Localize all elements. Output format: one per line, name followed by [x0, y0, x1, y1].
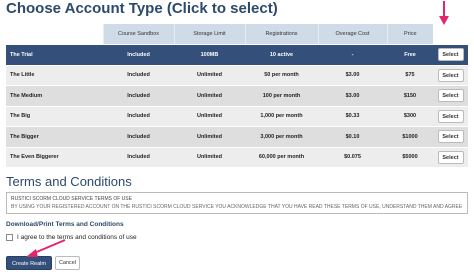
plan-overage: $0.10 [318, 126, 387, 148]
plan-name: The Medium [6, 85, 103, 107]
header-price: Price [386, 24, 433, 45]
page-title: Choose Account Type (Click to select) [6, 0, 278, 17]
create-realm-button[interactable]: Create Realm [6, 256, 52, 270]
table-row-the-trial[interactable]: The Trial Included 100MB 10 active - Fre… [6, 44, 468, 66]
plan-select-cell: Select [433, 65, 468, 86]
agree-row: I agree to the terms and conditions of u… [6, 234, 137, 241]
plan-storage: Unlimited [174, 85, 245, 107]
select-button-the-trial[interactable]: Select [437, 48, 464, 62]
download-terms-link[interactable]: Download/Print Terms and Conditions [6, 221, 124, 228]
plan-sandbox: Included [103, 147, 174, 168]
terms-text-line2: BY USING YOUR REGISTERED ACCOUNT ON THE … [11, 204, 463, 210]
terms-textarea[interactable]: RUSTICI SCORM CLOUD SERVICE TERMS OF USE… [6, 192, 468, 214]
plan-select-cell: Select [433, 147, 468, 168]
agree-label: I agree to the terms and conditions of u… [17, 234, 137, 241]
plan-name: The Bigger [6, 126, 103, 148]
cancel-button[interactable]: Cancel [55, 256, 80, 270]
plan-registrations: 3,000 per month [245, 126, 318, 148]
table-row-the-big[interactable]: The Big Included Unlimited 1,000 per mon… [6, 106, 468, 127]
plan-registrations: 60,000 per month [245, 147, 318, 168]
table-row-the-bigger[interactable]: The Bigger Included Unlimited 3,000 per … [6, 126, 468, 148]
plan-overage: $3.00 [318, 65, 387, 86]
plan-overage: $0.33 [318, 106, 387, 127]
plan-sandbox: Included [103, 65, 174, 86]
plan-sandbox: Included [103, 44, 174, 66]
plan-price: $75 [387, 65, 433, 86]
plan-storage: Unlimited [174, 65, 245, 86]
plan-select-cell: Select [433, 44, 468, 66]
plan-select-cell: Select [433, 85, 468, 107]
select-button-the-even-biggerer[interactable]: Select [437, 150, 464, 164]
plan-storage: Unlimited [174, 147, 245, 168]
plan-sandbox: Included [103, 85, 174, 107]
header-course-sandbox: Course Sandbox [102, 24, 174, 45]
header-storage-limit: Storage Limit [173, 24, 245, 45]
table-row-the-little[interactable]: The Little Included Unlimited 50 per mon… [6, 65, 468, 86]
table-row-the-even-biggerer[interactable]: The Even Biggerer Included Unlimited 60,… [6, 147, 468, 168]
plan-overage: - [318, 44, 387, 66]
plan-storage: Unlimited [174, 106, 245, 127]
select-arrow-icon [439, 1, 449, 25]
plan-price: $5000 [387, 147, 433, 168]
table-row-the-medium[interactable]: The Medium Included Unlimited 100 per mo… [6, 85, 468, 107]
agree-checkbox[interactable] [6, 234, 13, 241]
select-button-the-big[interactable]: Select [437, 109, 464, 123]
plan-overage: $3.00 [318, 85, 387, 107]
header-registrations: Registrations [244, 24, 318, 45]
select-button-the-bigger[interactable]: Select [437, 130, 464, 144]
header-blank [6, 24, 103, 45]
plan-name: The Big [6, 106, 103, 127]
plan-name: The Trial [6, 44, 103, 66]
plan-price: Free [387, 44, 433, 66]
plan-name: The Little [6, 65, 103, 86]
plan-overage: $0.075 [318, 147, 387, 168]
plan-select-cell: Select [433, 126, 468, 148]
account-type-table: Course Sandbox Storage Limit Registratio… [6, 24, 468, 168]
header-overage-cost: Overage Cost [317, 24, 387, 45]
plan-price: $300 [387, 106, 433, 127]
select-button-the-little[interactable]: Select [437, 68, 464, 82]
table-header-row: Course Sandbox Storage Limit Registratio… [6, 24, 468, 45]
plan-price: $1000 [387, 126, 433, 148]
plan-registrations: 50 per month [245, 65, 318, 86]
select-button-the-medium[interactable]: Select [437, 89, 464, 103]
plan-registrations: 1,000 per month [245, 106, 318, 127]
plan-name: The Even Biggerer [6, 147, 103, 168]
plan-price: $150 [387, 85, 433, 107]
plan-storage: Unlimited [174, 126, 245, 148]
plan-select-cell: Select [433, 106, 468, 127]
plan-storage: 100MB [174, 44, 245, 66]
plan-registrations: 10 active [245, 44, 318, 66]
plan-sandbox: Included [103, 126, 174, 148]
terms-title: Terms and Conditions [6, 174, 132, 189]
plan-registrations: 100 per month [245, 85, 318, 107]
header-action [433, 24, 468, 45]
terms-text-line1: RUSTICI SCORM CLOUD SERVICE TERMS OF USE [11, 196, 132, 202]
plan-sandbox: Included [103, 106, 174, 127]
